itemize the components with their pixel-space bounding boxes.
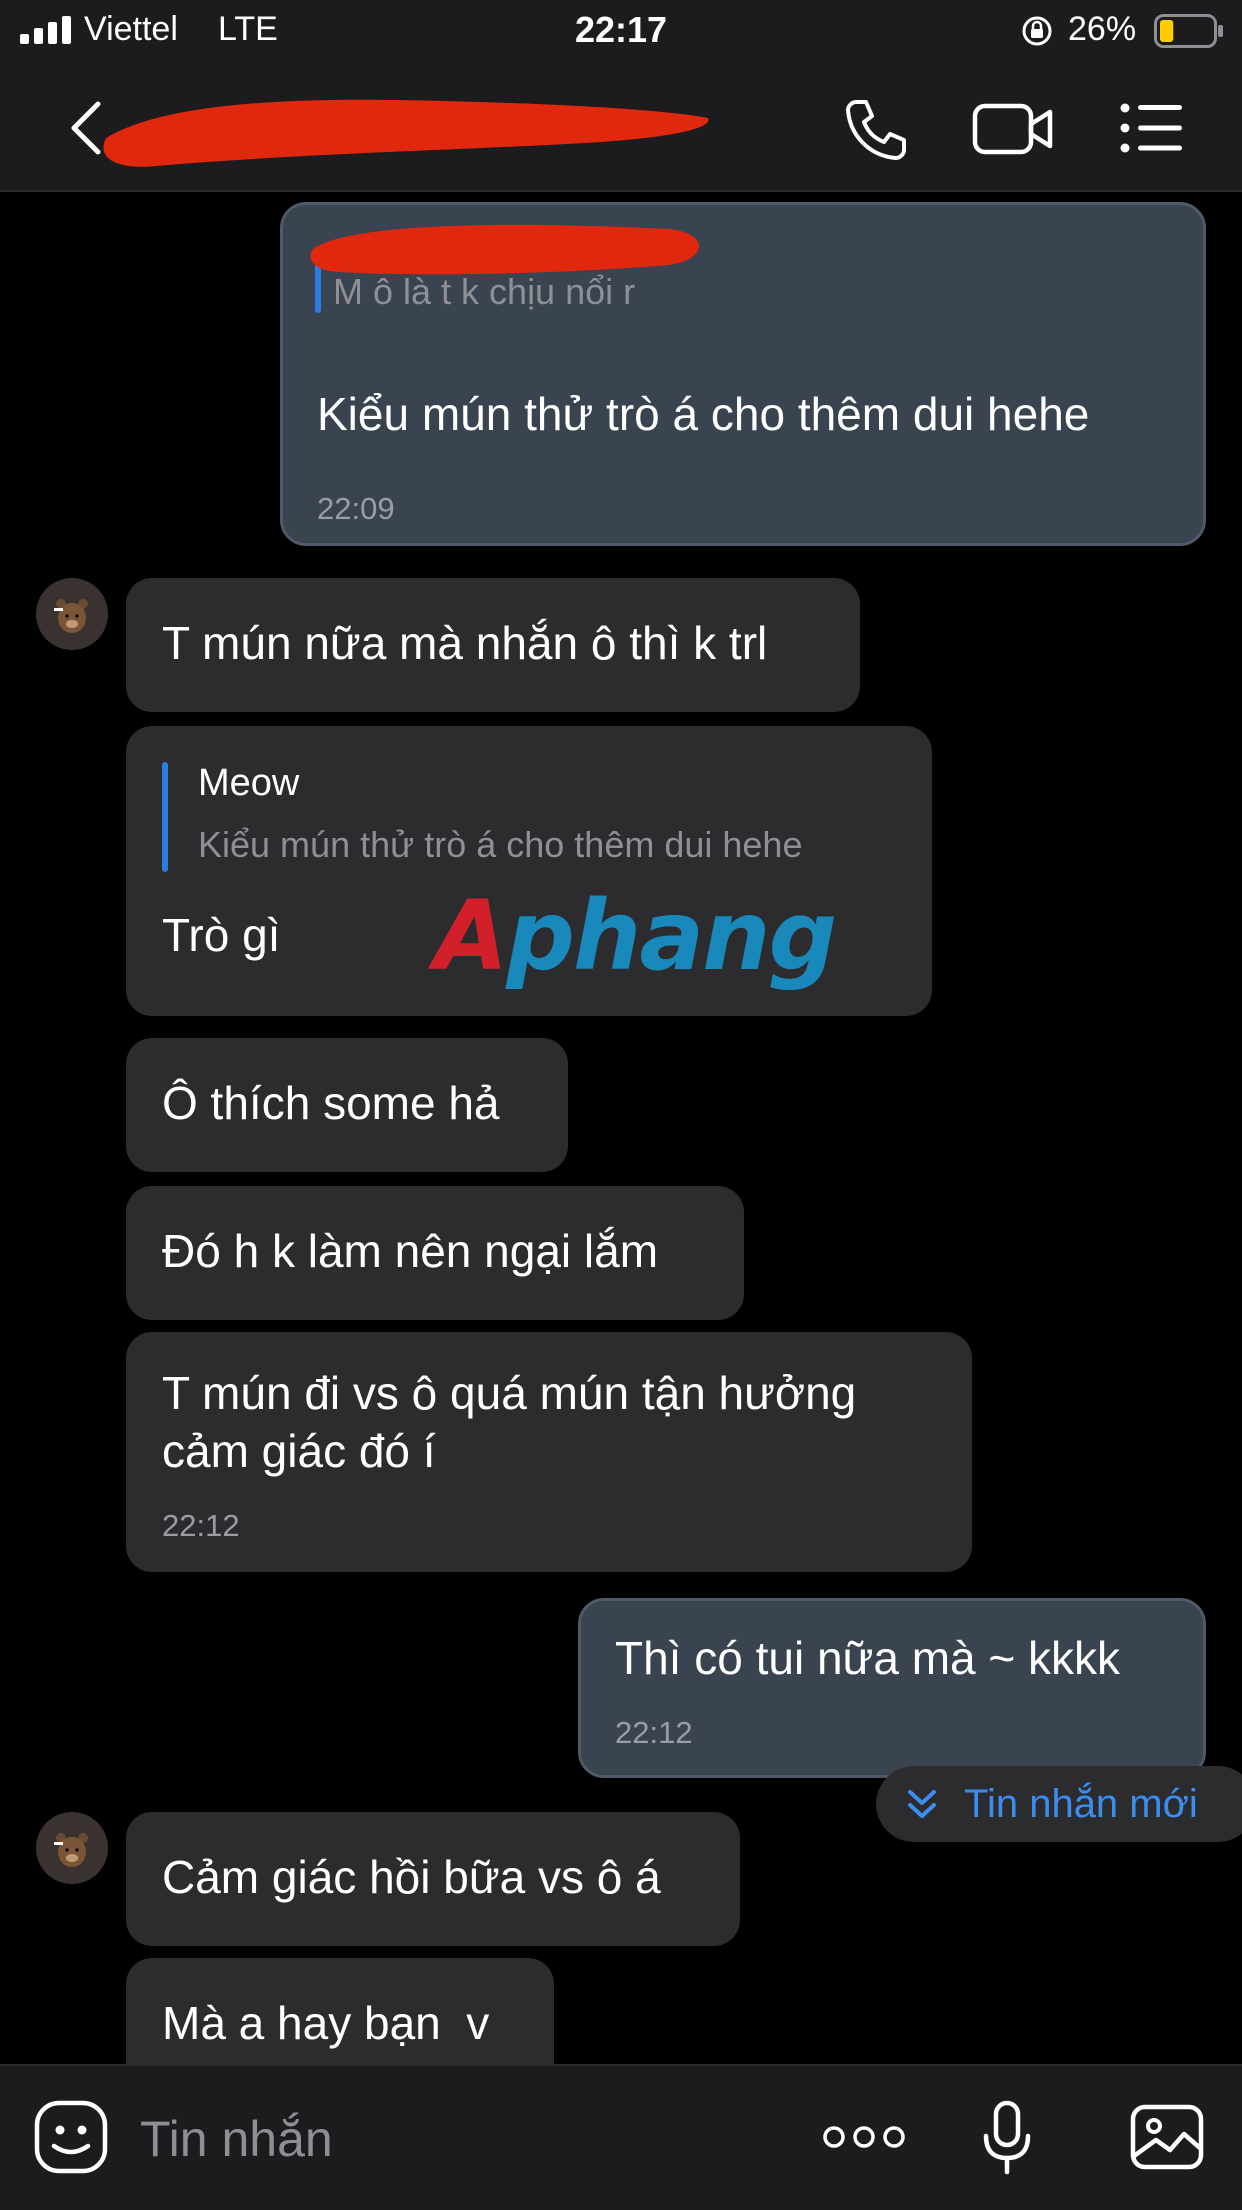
bear-avatar-icon (36, 1812, 108, 1884)
video-call-icon[interactable] (972, 98, 1054, 160)
chat-header (0, 62, 1242, 192)
status-bar: Viettel LTE 22:17 26% (0, 0, 1242, 62)
image-icon[interactable] (1130, 2104, 1204, 2170)
message-text-line-1: T mún đi vs ô quá mún tận hưởng (162, 1367, 857, 1419)
message-text: T mún nữa mà nhắn ô thì k trl (162, 617, 768, 669)
double-chevron-down-icon (908, 1790, 936, 1818)
quote-bar (162, 762, 168, 872)
network-type: LTE (218, 10, 278, 48)
quote-author: Meow (198, 762, 300, 804)
watermark-letter: A (434, 880, 508, 992)
rotation-lock-icon (1022, 16, 1052, 46)
signal-icon (20, 16, 71, 44)
redaction-mark (103, 99, 709, 167)
message-text: Cảm giác hồi bữa vs ô á (162, 1851, 661, 1903)
message-time: 22:09 (317, 491, 395, 526)
message-text: Thì có tui nữa mà ~ kkkk (615, 1632, 1121, 1684)
incoming-message[interactable]: Mà a hay bạn v (126, 1958, 554, 2064)
contact-avatar[interactable] (36, 578, 108, 650)
menu-icon[interactable] (1120, 100, 1184, 156)
new-messages-label: Tin nhắn mới (964, 1782, 1198, 1826)
message-time: 22:12 (615, 1715, 693, 1750)
watermark-text: phang (506, 880, 837, 992)
message-text-line-2: cảm giác đó í (162, 1425, 436, 1477)
battery-icon (1154, 14, 1223, 48)
message-text: Mà a hay bạn v (162, 1997, 490, 2049)
carrier-name: Viettel (84, 10, 178, 48)
message-text: Đó h k làm nên ngại lắm (162, 1225, 659, 1277)
message-input[interactable] (140, 2106, 780, 2172)
incoming-message[interactable]: Ô thích some hả (126, 1038, 568, 1172)
outgoing-message[interactable]: M ô là t k chịu nổi r Kiểu mún thử trò á… (280, 202, 1206, 546)
outgoing-message[interactable]: Thì có tui nữa mà ~ kkkk 22:12 (578, 1598, 1206, 1778)
incoming-message[interactable]: T mún đi vs ô quá mún tận hưởng cảm giác… (126, 1332, 972, 1572)
battery-percent: 26% (1068, 10, 1137, 48)
quote-text: M ô là t k chịu nổi r (333, 271, 636, 312)
clock: 22:17 (574, 9, 668, 50)
contact-avatar[interactable] (36, 1812, 108, 1884)
quote-text: Kiểu mún thử trò á cho thêm dui hehe (198, 824, 803, 865)
call-icon[interactable] (842, 96, 908, 162)
watermark-logo: Aphang (434, 880, 837, 992)
message-input-bar (0, 2064, 1242, 2210)
message-text: Kiểu mún thử trò á cho thêm dui hehe (317, 388, 1090, 440)
incoming-message[interactable]: Đó h k làm nên ngại lắm (126, 1186, 744, 1320)
message-time: 22:12 (162, 1508, 240, 1543)
incoming-message[interactable]: T mún nữa mà nhắn ô thì k trl (126, 578, 860, 712)
sticker-icon[interactable] (34, 2100, 108, 2174)
incoming-message[interactable]: Cảm giác hồi bữa vs ô á (126, 1812, 740, 1946)
new-messages-button[interactable]: Tin nhắn mới (876, 1766, 1242, 1842)
redaction-mark (310, 224, 699, 275)
more-icon[interactable] (822, 2122, 906, 2152)
microphone-icon[interactable] (982, 2100, 1032, 2176)
bear-avatar-icon (36, 578, 108, 650)
message-text: Ô thích some hả (162, 1077, 500, 1129)
message-text: Trò gì (162, 909, 281, 961)
